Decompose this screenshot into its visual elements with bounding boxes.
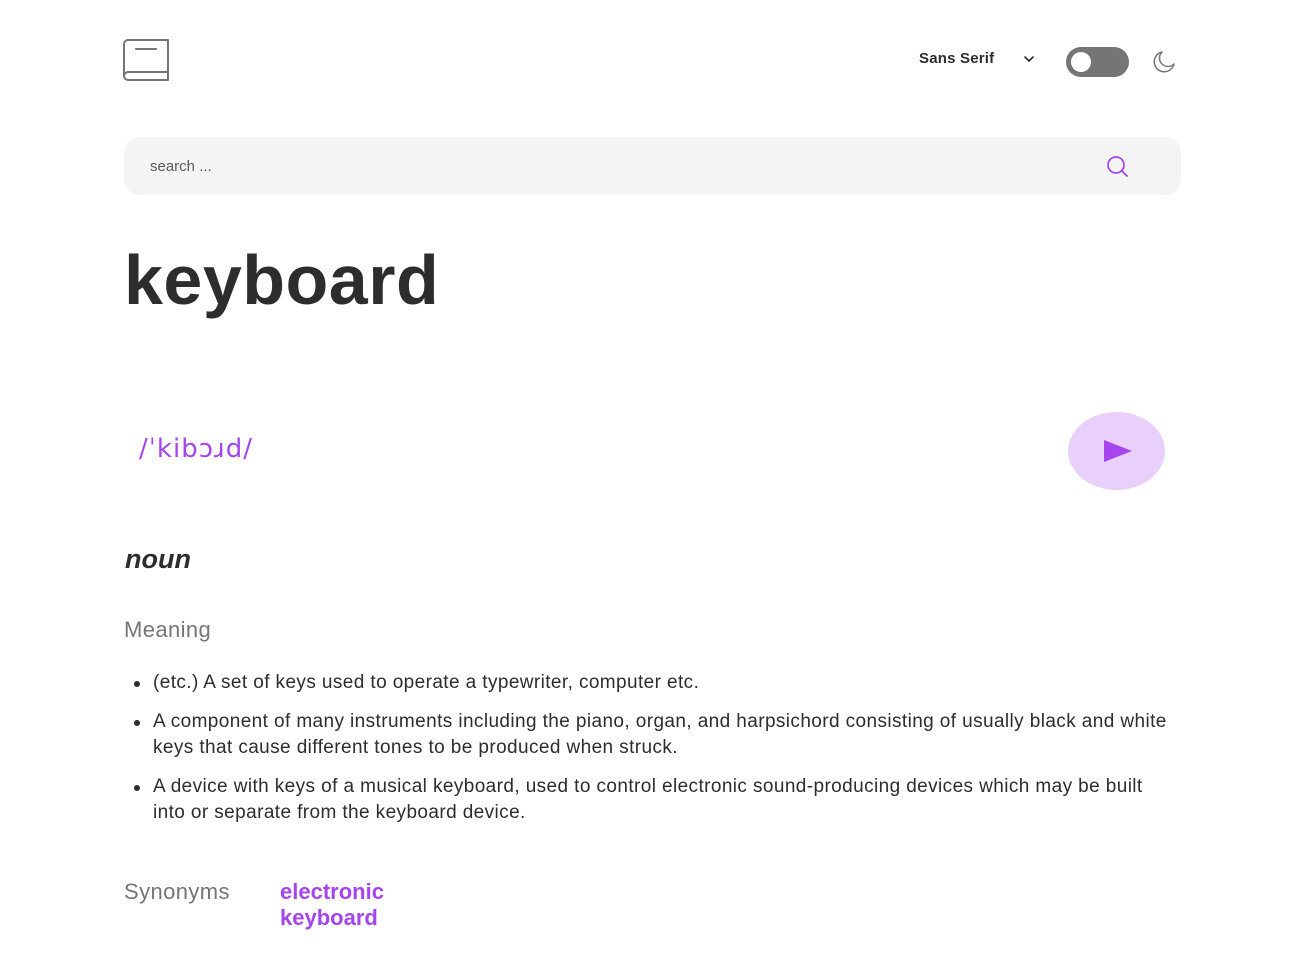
search-bar	[124, 137, 1181, 195]
toggle-knob	[1071, 52, 1091, 72]
font-family-label: Sans Serif	[919, 50, 995, 67]
book-icon[interactable]	[123, 39, 169, 81]
search-input[interactable]	[124, 137, 1084, 195]
dictionary-page: Sans Serif keyboard /ˈkibɔɹd/ noun Meani…	[0, 0, 1298, 961]
definition-item: A component of many instruments includin…	[134, 709, 1178, 761]
font-family-select[interactable]: Sans Serif	[919, 50, 1036, 67]
search-icon[interactable]	[1105, 154, 1129, 178]
definition-list: (etc.) A set of keys used to operate a t…	[134, 670, 1178, 839]
chevron-down-icon	[1024, 55, 1035, 62]
play-icon	[1104, 440, 1132, 462]
meaning-heading: Meaning	[124, 617, 212, 642]
moon-icon[interactable]	[1152, 50, 1176, 74]
definition-item: (etc.) A set of keys used to operate a t…	[134, 670, 1178, 696]
synonym-link[interactable]: electronic keyboard	[280, 879, 420, 931]
part-of-speech: noun	[125, 544, 191, 574]
theme-toggle[interactable]	[1066, 47, 1129, 77]
word-title: keyboard	[124, 241, 440, 319]
definition-item: A device with keys of a musical keyboard…	[134, 774, 1178, 826]
play-audio-button[interactable]	[1068, 412, 1165, 490]
synonyms-heading: Synonyms	[124, 879, 230, 904]
phonetic-text: /ˈkibɔɹd/	[139, 434, 254, 464]
